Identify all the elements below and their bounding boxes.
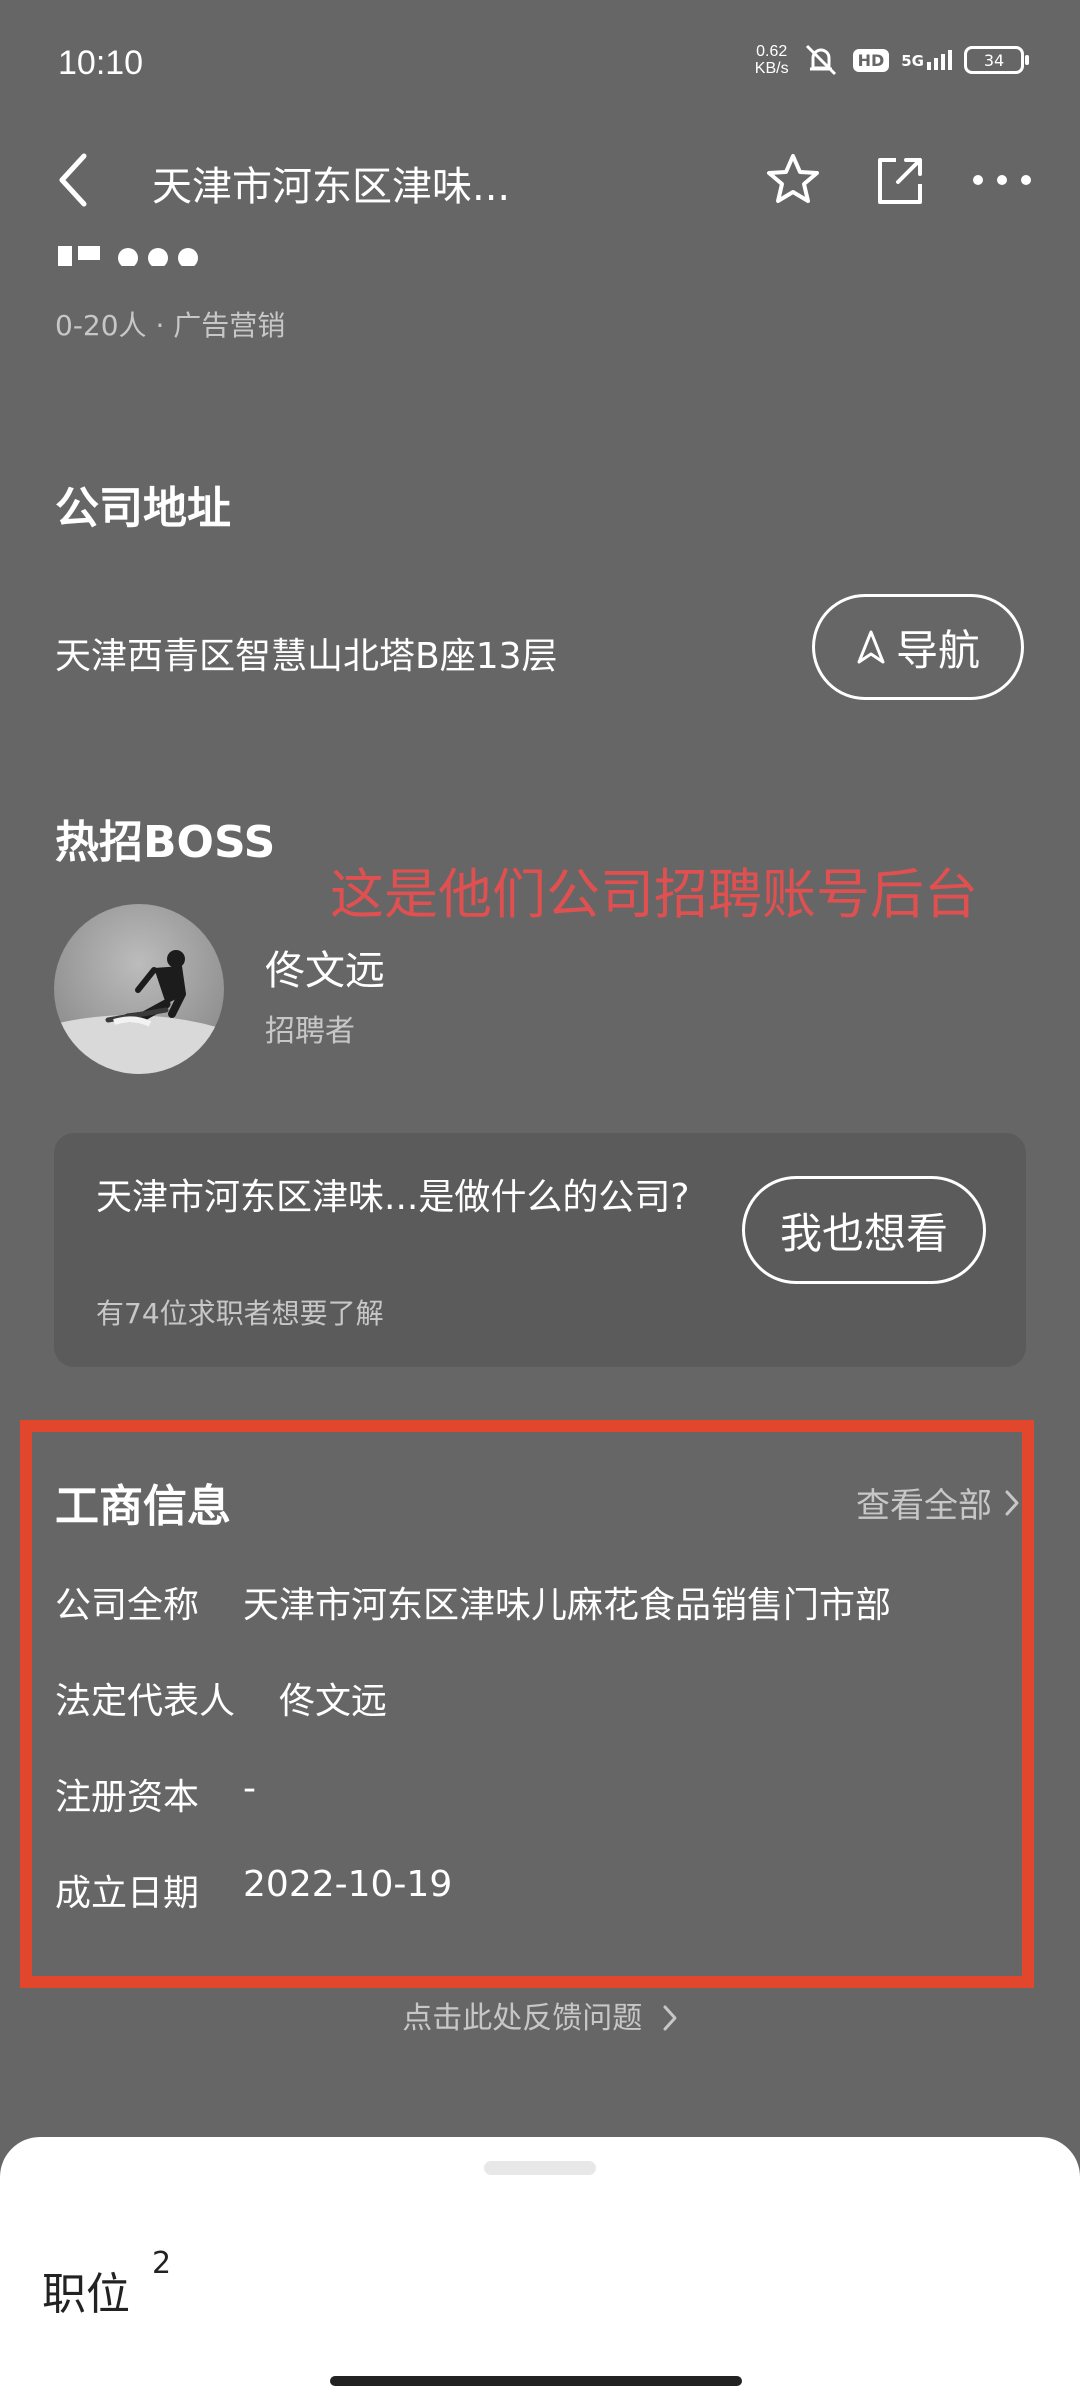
business-info-value: 天津市河东区津味儿麻花食品销售门市部 (243, 1585, 892, 1626)
business-info-row: 公司全称 天津市河东区津味儿麻花食品销售门市部 (55, 1576, 891, 1628)
business-info-label: 注册资本 (55, 1777, 200, 1818)
business-info-row: 注册资本 - (55, 1768, 256, 1820)
signal-5g-icon: 5G (901, 50, 952, 70)
bell-muted-icon (805, 44, 836, 76)
hot-boss-section-title: 热招BOSS (55, 817, 276, 868)
network-speed: 0.62 KB/s (755, 43, 789, 77)
navigate-button-label: 导航 (895, 625, 980, 675)
company-question: 天津市河东区津味...是做什么的公司? (96, 1177, 690, 1218)
status-icons: 0.62 KB/s HD 5G 34 (755, 42, 1029, 78)
hd-badge: HD (852, 48, 890, 72)
view-all-label: 查看全部 (856, 1486, 992, 1526)
business-info-row: 成立日期 2022-10-19 (55, 1864, 452, 1916)
chevron-right-icon (663, 2005, 677, 2031)
navigate-button[interactable]: 导航 (812, 594, 1024, 700)
view-all-link[interactable]: 查看全部 (856, 1478, 1020, 1527)
company-meta: 0-20人 · 广告营销 (55, 309, 286, 342)
nav-title: 天津市河东区津味... (152, 164, 511, 210)
clipped-text-glyphs (58, 246, 198, 266)
business-info-row: 法定代表人 佟文远 (55, 1672, 387, 1724)
positions-count: 2 (152, 2246, 172, 2281)
battery-icon: 34 (964, 46, 1029, 74)
business-info-label: 成立日期 (55, 1873, 200, 1914)
battery-level: 34 (983, 50, 1005, 70)
recruiter-role: 招聘者 (265, 1014, 355, 1049)
feedback-label: 点击此处反馈问题 (402, 2001, 643, 2036)
positions-title: 职位 (42, 2269, 130, 2320)
status-time: 10:10 (58, 44, 144, 82)
business-info-label: 公司全称 (55, 1585, 200, 1626)
business-info-value: 2022-10-19 (243, 1864, 453, 1905)
address-text: 天津西青区智慧山北塔B座13层 (55, 636, 558, 677)
star-icon[interactable] (763, 150, 823, 210)
question-interest-count: 有74位求职者想要了解 (96, 1297, 384, 1330)
business-info-value: 佟文远 (279, 1681, 388, 1722)
chevron-right-icon (1005, 1490, 1019, 1515)
network-speed-value: 0.62 (756, 43, 788, 60)
business-info-label: 法定代表人 (55, 1681, 236, 1722)
back-arrow-icon[interactable] (54, 150, 94, 210)
address-section-title: 公司地址 (55, 483, 231, 534)
avatar-photo (54, 950, 224, 1074)
want-to-see-button[interactable]: 我也想看 (742, 1176, 986, 1284)
business-info-section-title: 工商信息 (55, 1481, 231, 1532)
recruiter-name: 佟文远 (265, 948, 385, 994)
navigation-arrow-icon (857, 630, 885, 664)
annotation-text: 这是他们公司招聘账号后台 (330, 863, 978, 926)
recruiter-avatar[interactable] (54, 904, 224, 1074)
share-icon[interactable] (870, 150, 930, 210)
network-speed-unit: KB/s (754, 60, 789, 77)
sheet-drag-handle[interactable] (484, 2161, 596, 2175)
more-icon[interactable] (970, 170, 1034, 190)
company-name-partial (58, 236, 208, 266)
business-info-value: - (243, 1768, 257, 1809)
feedback-link[interactable]: 点击此处反馈问题 (0, 1993, 1080, 2037)
signal-label: 5G (901, 52, 924, 70)
home-indicator[interactable] (330, 2376, 742, 2386)
